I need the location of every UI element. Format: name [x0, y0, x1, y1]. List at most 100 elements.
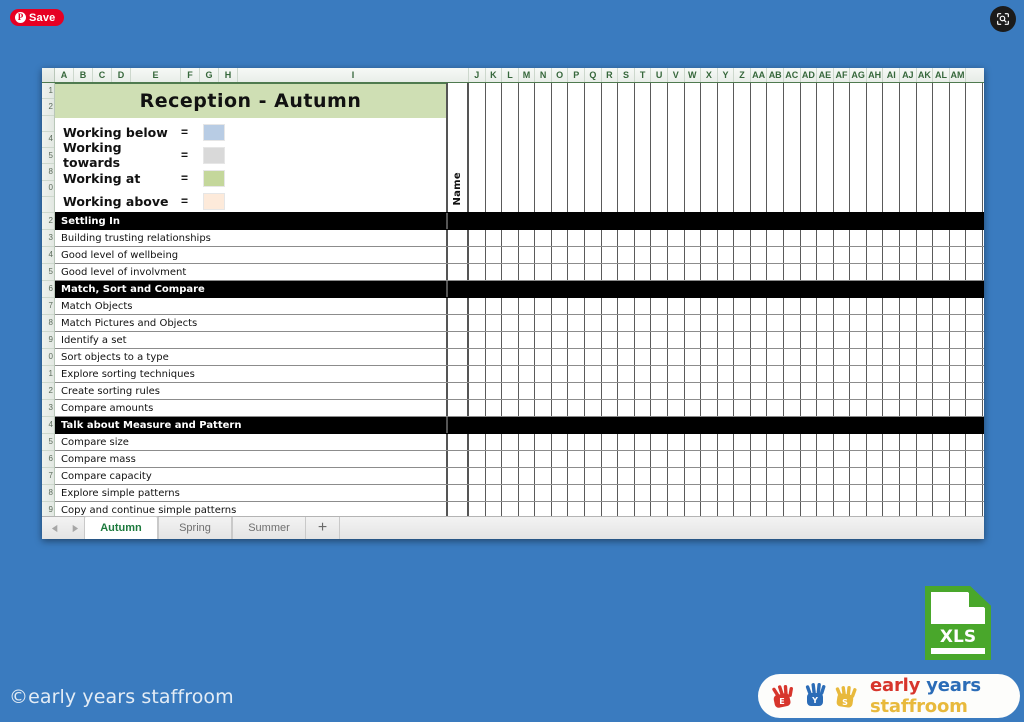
- grid-cell[interactable]: [718, 213, 735, 229]
- grid-cell[interactable]: [966, 417, 983, 433]
- grid-cell[interactable]: [502, 366, 519, 382]
- cell-grid[interactable]: Reception - Autumn Working below = Working…: [55, 83, 984, 516]
- grid-cell[interactable]: [933, 468, 950, 484]
- grid-cell[interactable]: [535, 264, 552, 280]
- grid-cell[interactable]: [817, 247, 834, 263]
- grid-cell[interactable]: [535, 400, 552, 416]
- column-header-AD[interactable]: AD: [800, 68, 818, 82]
- grid-cell[interactable]: [917, 434, 934, 450]
- grid-cell[interactable]: [817, 298, 834, 314]
- grid-cell[interactable]: [618, 434, 635, 450]
- grid-cell[interactable]: [552, 400, 569, 416]
- grid-cell[interactable]: [801, 383, 818, 399]
- grid-cell[interactable]: [867, 366, 884, 382]
- grid-cell[interactable]: [552, 366, 569, 382]
- grid-cell[interactable]: [635, 502, 652, 516]
- grid-cell[interactable]: [502, 502, 519, 516]
- grid-cell[interactable]: [668, 298, 685, 314]
- grid-cell[interactable]: [834, 468, 851, 484]
- grid-cell[interactable]: [602, 281, 619, 297]
- grid-cell[interactable]: [486, 298, 503, 314]
- column-header-AB[interactable]: AB: [767, 68, 784, 82]
- grid-cell[interactable]: [685, 502, 702, 516]
- grid-cell[interactable]: [502, 485, 519, 501]
- name-cell[interactable]: [448, 213, 469, 229]
- grid-cell[interactable]: [552, 349, 569, 365]
- grid-cell[interactable]: [767, 213, 784, 229]
- grid-cell[interactable]: [801, 213, 818, 229]
- grid-cell[interactable]: [535, 83, 552, 212]
- grid-cell[interactable]: [519, 434, 536, 450]
- grid-cell[interactable]: [883, 281, 901, 297]
- column-header-C[interactable]: C: [93, 68, 112, 82]
- grid-cell[interactable]: [585, 349, 602, 365]
- grid-cell[interactable]: [701, 298, 718, 314]
- grid-cell[interactable]: [950, 83, 967, 212]
- grid-cell[interactable]: [784, 230, 801, 246]
- grid-cell[interactable]: [519, 315, 536, 331]
- grid-cell[interactable]: [685, 366, 702, 382]
- name-cell[interactable]: [448, 298, 469, 314]
- grid-cell[interactable]: [685, 281, 702, 297]
- name-cell[interactable]: [448, 400, 469, 416]
- grid-cell[interactable]: [618, 213, 635, 229]
- column-header-AL[interactable]: AL: [933, 68, 950, 82]
- column-header-S[interactable]: S: [618, 68, 635, 82]
- grid-cell[interactable]: [784, 366, 801, 382]
- grid-cell[interactable]: [535, 485, 552, 501]
- grid-cell[interactable]: [850, 83, 867, 212]
- grid-cell[interactable]: [585, 434, 602, 450]
- grid-cell[interactable]: [867, 383, 884, 399]
- grid-cell[interactable]: [519, 468, 536, 484]
- grid-cell[interactable]: [651, 417, 668, 433]
- grid-cell[interactable]: [784, 264, 801, 280]
- grid-cell[interactable]: [784, 247, 801, 263]
- grid-cell[interactable]: [966, 281, 983, 297]
- grid-cell[interactable]: [917, 366, 934, 382]
- name-cell[interactable]: [448, 468, 469, 484]
- grid-cell[interactable]: [900, 502, 917, 516]
- grid-cell[interactable]: [850, 400, 867, 416]
- grid-cell[interactable]: [966, 468, 983, 484]
- grid-cell[interactable]: [668, 349, 685, 365]
- grid-cell[interactable]: [718, 366, 735, 382]
- grid-cell[interactable]: [635, 230, 652, 246]
- grid-cell[interactable]: [883, 434, 901, 450]
- grid-cell[interactable]: [469, 383, 486, 399]
- grid-cell[interactable]: [966, 383, 983, 399]
- grid-cell[interactable]: [834, 349, 851, 365]
- grid-cell[interactable]: [651, 298, 668, 314]
- column-header-R[interactable]: R: [601, 68, 619, 82]
- grid-cell[interactable]: [966, 349, 983, 365]
- grid-cell[interactable]: [718, 417, 735, 433]
- grid-cell[interactable]: [685, 298, 702, 314]
- grid-cell[interactable]: [568, 213, 586, 229]
- grid-cell[interactable]: [502, 264, 519, 280]
- name-cell[interactable]: [448, 502, 469, 516]
- grid-cell[interactable]: [685, 230, 702, 246]
- grid-cell[interactable]: [585, 332, 602, 348]
- tab-nav-prev[interactable]: [46, 517, 65, 539]
- grid-cell[interactable]: [751, 349, 768, 365]
- grid-cell[interactable]: [850, 213, 867, 229]
- grid-cell[interactable]: [519, 298, 536, 314]
- grid-cell[interactable]: [552, 230, 569, 246]
- grid-cell[interactable]: [933, 349, 950, 365]
- grid-cell[interactable]: [950, 417, 967, 433]
- grid-cell[interactable]: [950, 264, 967, 280]
- grid-cell[interactable]: [900, 383, 917, 399]
- grid-cell[interactable]: [618, 366, 635, 382]
- grid-cell[interactable]: [718, 383, 735, 399]
- grid-cell[interactable]: [867, 451, 884, 467]
- grid-cell[interactable]: [850, 417, 867, 433]
- grid-cell[interactable]: [867, 298, 884, 314]
- grid-cell[interactable]: [602, 485, 619, 501]
- grid-cell[interactable]: [585, 213, 602, 229]
- grid-cell[interactable]: [966, 485, 983, 501]
- grid-cell[interactable]: [850, 281, 867, 297]
- grid-cell[interactable]: [817, 485, 834, 501]
- grid-cell[interactable]: [685, 400, 702, 416]
- grid-cell[interactable]: [950, 468, 967, 484]
- grid-cell[interactable]: [917, 83, 934, 212]
- grid-cell[interactable]: [568, 485, 586, 501]
